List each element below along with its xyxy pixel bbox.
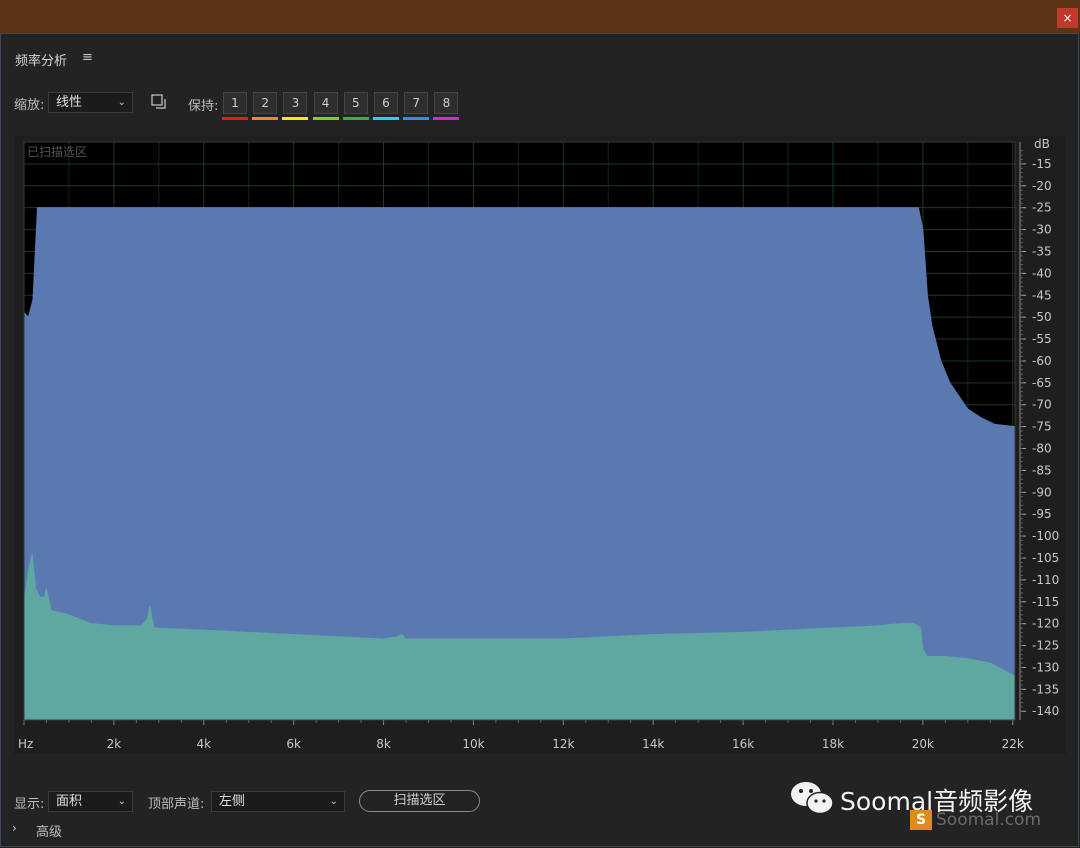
x-tick-label: 10k (462, 737, 484, 751)
y-tick-label: -85 (1032, 463, 1052, 477)
hold-color-swatch-2 (252, 117, 279, 120)
watermark-url: Soomal.com (936, 810, 1042, 830)
hold-color-swatch-6 (373, 117, 399, 120)
copy-icon[interactable] (151, 94, 167, 110)
x-tick-label: 4k (196, 737, 211, 751)
hold-color-swatch-8 (433, 117, 460, 120)
spectrum-chart[interactable]: 已扫描选区 Hz 2k 4k 6k 8k 10k 12k 14k 16k 18k 20k 22k dB -1… (14, 136, 1066, 754)
y-tick-label: -20 (1032, 179, 1052, 193)
x-tick-label: 2k (107, 737, 122, 751)
y-tick-label: -30 (1032, 223, 1052, 237)
y-tick-label: -80 (1032, 442, 1052, 456)
y-tick-label: -135 (1032, 682, 1059, 696)
hold-color-swatch-3 (282, 117, 309, 120)
x-tick-label: 22k (1002, 737, 1024, 751)
x-tick-label: 12k (552, 737, 574, 751)
hold-color-swatch-4 (312, 117, 339, 120)
y-tick-label: -70 (1032, 398, 1052, 412)
x-tick-label: 16k (732, 737, 754, 751)
chevron-down-icon: ⌄ (117, 796, 126, 807)
hold-button-3[interactable]: 3 (283, 92, 308, 114)
display-value: 面积 (56, 794, 83, 809)
chevron-down-icon: ⌄ (329, 796, 338, 807)
x-tick-label: 18k (822, 737, 844, 751)
panel-title: 频率分析 (15, 54, 68, 69)
y-tick-label: -50 (1032, 310, 1052, 324)
hold-button-1[interactable]: 1 (223, 92, 247, 114)
y-tick-label: -140 (1032, 704, 1059, 718)
panel-menu-icon[interactable]: ≡ (82, 50, 93, 65)
hold-button-6[interactable]: 6 (374, 92, 398, 114)
hold-button-7[interactable]: 7 (404, 92, 429, 114)
zoom-label: 缩放: (14, 98, 45, 113)
wechat-logo-icon (791, 782, 834, 815)
scanned-selection-overlay: 已扫描选区 (27, 145, 87, 159)
y-tick-label: -45 (1032, 288, 1052, 302)
hold-color-swatch-5 (342, 117, 369, 120)
x-tick-label: Hz (18, 737, 33, 751)
scan-selection-button[interactable]: 扫描选区 (359, 790, 480, 812)
y-tick-label: -90 (1032, 485, 1052, 499)
zoom-dropdown[interactable]: 线性 ⌄ (48, 92, 133, 113)
advanced-section-toggle[interactable]: 高级 (36, 821, 62, 840)
x-tick-label: 6k (286, 737, 301, 751)
expand-chevron-icon[interactable]: › (12, 821, 17, 835)
hold-color-swatch-1 (222, 117, 248, 120)
y-tick-label: -110 (1032, 573, 1059, 587)
watermark: Soomal音频影像 S Soomal.com (790, 780, 1060, 836)
y-tick-label: -35 (1032, 244, 1052, 258)
hold-button-5[interactable]: 5 (343, 92, 368, 114)
y-tick-label: -15 (1032, 157, 1052, 171)
y-tick-label: -25 (1032, 201, 1052, 215)
hold-label: 保持: (188, 99, 219, 114)
y-tick-label: -130 (1032, 660, 1059, 674)
close-button[interactable]: × (1057, 8, 1078, 28)
zoom-value: 线性 (56, 95, 83, 110)
top-channel-value: 左侧 (219, 794, 246, 809)
top-channel-dropdown[interactable]: 左侧 ⌄ (211, 791, 345, 812)
hold-button-8[interactable]: 8 (434, 92, 459, 114)
y-tick-label: -120 (1032, 617, 1059, 631)
hold-color-swatch-7 (403, 117, 430, 120)
x-tick-label: 20k (912, 737, 934, 751)
y-tick-label: -60 (1032, 354, 1052, 368)
hold-button-2[interactable]: 2 (253, 92, 278, 114)
y-tick-label: -75 (1032, 420, 1052, 434)
window-titlebar: × (0, 0, 1080, 33)
display-dropdown[interactable]: 面积 ⌄ (48, 791, 133, 812)
soomal-logo-icon: S (910, 810, 932, 830)
y-tick-label: -65 (1032, 376, 1052, 390)
hold-button-4[interactable]: 4 (313, 92, 338, 114)
y-tick-label: -40 (1032, 266, 1052, 280)
spectrum-graph-panel: 已扫描选区 Hz 2k 4k 6k 8k 10k 12k 14k 16k 18k 20k 22k dB -1… (14, 136, 1066, 754)
display-label: 显示: (14, 797, 45, 812)
chevron-down-icon: ⌄ (117, 97, 126, 108)
top-channel-label: 顶部声道: (148, 797, 205, 812)
y-tick-label: -105 (1032, 551, 1059, 565)
y-tick-label: -55 (1032, 332, 1052, 346)
y-tick-label: -115 (1032, 595, 1059, 609)
y-tick-label: -95 (1032, 507, 1052, 521)
y-tick-label: -125 (1032, 639, 1059, 653)
x-tick-label: 14k (642, 737, 664, 751)
db-unit-label: dB (1034, 137, 1050, 151)
x-tick-label: 8k (376, 737, 391, 751)
y-tick-label: -100 (1032, 529, 1059, 543)
